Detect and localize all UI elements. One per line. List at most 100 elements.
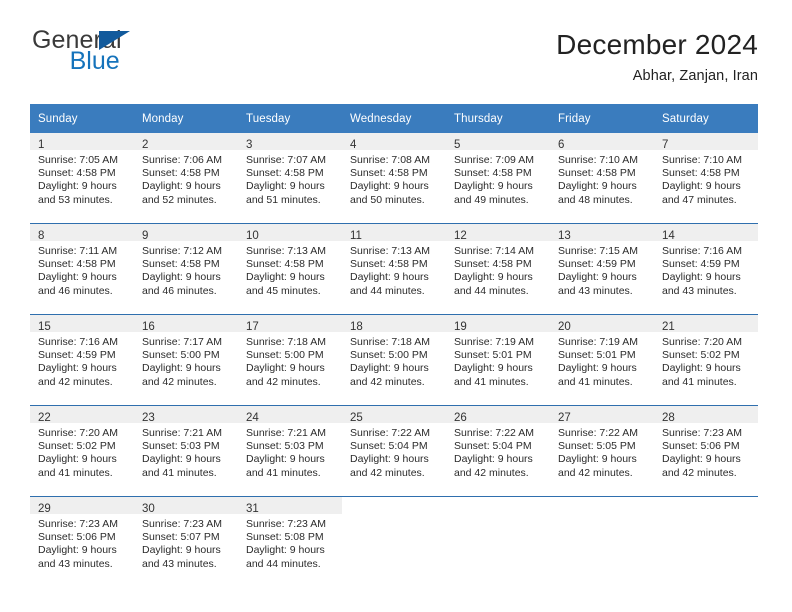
day-number-band: 20 [550,315,654,333]
sunset-text: Sunset: 4:58 PM [454,258,532,271]
sunrise-text: Sunrise: 7:09 AM [454,154,534,166]
day-number: 3 [246,139,253,151]
daylight-text-line2: and 46 minutes. [142,284,217,297]
sunset-text: Sunset: 4:59 PM [662,258,740,271]
day-cell[interactable]: 4 Sunrise: 7:08 AM Sunset: 4:58 PM Daylight… [342,133,446,224]
day-details: Sunrise: 7:16 AM Sunset: 4:59 PM Daylight:… [654,241,758,298]
daylight-text-line1: Daylight: 9 hours [38,271,117,284]
day-number-band: 18 [342,315,446,333]
day-cell[interactable]: 30 Sunrise: 7:23 AM Sunset: 5:07 PM Dayligh… [134,496,238,587]
daylight-text-line2: and 47 minutes. [662,193,737,206]
daylight-text-line2: and 44 minutes. [246,557,321,570]
day-details: Sunrise: 7:08 AM Sunset: 4:58 PM Daylight:… [342,150,446,207]
day-cell[interactable]: 10 Sunrise: 7:13 AM Sunset: 4:58 PM Dayligh… [238,223,342,315]
day-cell[interactable]: 29 Sunrise: 7:23 AM Sunset: 5:06 PM Dayligh… [30,496,134,587]
day-cell[interactable]: 27 Sunrise: 7:22 AM Sunset: 5:05 PM Dayligh… [550,405,654,497]
daylight-text-line1: Daylight: 9 hours [142,453,221,466]
day-number-band: 11 [342,224,446,242]
day-cell[interactable]: 15 Sunrise: 7:16 AM Sunset: 4:59 PM Dayligh… [30,314,134,406]
daylight-text-line1: Daylight: 9 hours [246,271,325,284]
calendar-grid: Sunday Monday Tuesday Wednesday Thursday Frid… [30,104,758,587]
sunrise-text: Sunrise: 7:16 AM [38,336,118,348]
day-number-band: 5 [446,133,550,151]
day-cell[interactable]: 23 Sunrise: 7:21 AM Sunset: 5:03 PM Dayligh… [134,405,238,497]
day-details: Sunrise: 7:23 AM Sunset: 5:06 PM Daylight:… [654,423,758,480]
day-details: Sunrise: 7:18 AM Sunset: 5:00 PM Daylight:… [238,332,342,389]
day-number: 9 [142,230,149,242]
day-details: Sunrise: 7:14 AM Sunset: 4:58 PM Daylight:… [446,241,550,298]
day-number-band: 3 [238,133,342,151]
day-cell[interactable]: 6 Sunrise: 7:10 AM Sunset: 4:58 PM Daylight… [550,133,654,224]
day-number-band: 30 [134,497,238,515]
day-details: Sunrise: 7:07 AM Sunset: 4:58 PM Daylight:… [238,150,342,207]
daylight-text-line2: and 44 minutes. [454,284,529,297]
daylight-text-line2: and 53 minutes. [38,193,113,206]
day-cell[interactable]: 20 Sunrise: 7:19 AM Sunset: 5:01 PM Dayligh… [550,314,654,406]
calendar-page: General Blue December 2024 Abhar, Zanjan… [0,0,792,612]
day-cell[interactable]: 21 Sunrise: 7:20 AM Sunset: 5:02 PM Dayligh… [654,314,758,406]
sunset-text: Sunset: 4:58 PM [246,167,324,180]
day-cell[interactable]: 13 Sunrise: 7:15 AM Sunset: 4:59 PM Dayligh… [550,223,654,315]
day-number: 19 [454,321,467,333]
day-cell[interactable]: 22 Sunrise: 7:20 AM Sunset: 5:02 PM Dayligh… [30,405,134,497]
day-number-band: 10 [238,224,342,242]
day-cell[interactable]: 1 Sunrise: 7:05 AM Sunset: 4:58 PM Daylight… [30,133,134,224]
daylight-text-line2: and 52 minutes. [142,193,217,206]
day-cell[interactable]: 2 Sunrise: 7:06 AM Sunset: 4:58 PM Daylight… [134,133,238,224]
location-label: Abhar, Zanjan, Iran [632,67,758,84]
sunrise-text: Sunrise: 7:18 AM [350,336,430,348]
daylight-text-line1: Daylight: 9 hours [246,362,325,375]
day-number-band: 17 [238,315,342,333]
daylight-text-line1: Daylight: 9 hours [558,362,637,375]
day-cell[interactable]: 8 Sunrise: 7:11 AM Sunset: 4:58 PM Daylight… [30,223,134,315]
daylight-text-line2: and 43 minutes. [662,284,737,297]
day-cell[interactable]: 12 Sunrise: 7:14 AM Sunset: 4:58 PM Dayligh… [446,223,550,315]
day-cell[interactable]: 5 Sunrise: 7:09 AM Sunset: 4:58 PM Daylight… [446,133,550,224]
sunset-text: Sunset: 5:06 PM [38,531,116,544]
weekday-header-sunday: Sunday [30,104,134,133]
day-number: 23 [142,412,155,424]
day-number: 29 [38,503,51,515]
day-number: 5 [454,139,461,151]
daylight-text-line2: and 41 minutes. [662,375,737,388]
day-cell[interactable]: 9 Sunrise: 7:12 AM Sunset: 4:58 PM Daylight… [134,223,238,315]
daylight-text-line1: Daylight: 9 hours [662,453,741,466]
daylight-text-line2: and 44 minutes. [350,284,425,297]
day-cell[interactable]: 31 Sunrise: 7:23 AM Sunset: 5:08 PM Dayligh… [238,496,342,587]
day-details: Sunrise: 7:13 AM Sunset: 4:58 PM Daylight:… [238,241,342,298]
day-cell[interactable]: 3 Sunrise: 7:07 AM Sunset: 4:58 PM Daylight… [238,133,342,224]
sunset-text: Sunset: 5:00 PM [246,349,324,362]
day-cell[interactable]: 19 Sunrise: 7:19 AM Sunset: 5:01 PM Dayligh… [446,314,550,406]
sunrise-text: Sunrise: 7:14 AM [454,245,534,257]
day-cell[interactable]: 11 Sunrise: 7:13 AM Sunset: 4:58 PM Dayligh… [342,223,446,315]
sunset-text: Sunset: 4:58 PM [350,167,428,180]
day-cell[interactable]: 14 Sunrise: 7:16 AM Sunset: 4:59 PM Dayligh… [654,223,758,315]
day-cell[interactable]: 26 Sunrise: 7:22 AM Sunset: 5:04 PM Dayligh… [446,405,550,497]
day-details: Sunrise: 7:23 AM Sunset: 5:08 PM Daylight:… [238,514,342,571]
daylight-text-line1: Daylight: 9 hours [38,362,117,375]
day-cell[interactable]: 7 Sunrise: 7:10 AM Sunset: 4:58 PM Daylight… [654,133,758,224]
sunset-text: Sunset: 4:58 PM [38,258,116,271]
sunrise-text: Sunrise: 7:21 AM [246,427,326,439]
day-cell[interactable]: 28 Sunrise: 7:23 AM Sunset: 5:06 PM Dayligh… [654,405,758,497]
day-number-band: 9 [134,224,238,242]
day-details: Sunrise: 7:20 AM Sunset: 5:02 PM Daylight:… [654,332,758,389]
day-cell[interactable]: 16 Sunrise: 7:17 AM Sunset: 5:00 PM Dayligh… [134,314,238,406]
day-number-band: 29 [30,497,134,515]
daylight-text-line1: Daylight: 9 hours [350,453,429,466]
day-number-band: 7 [654,133,758,151]
day-number-band: 4 [342,133,446,151]
day-number-band: 12 [446,224,550,242]
day-cell[interactable]: 17 Sunrise: 7:18 AM Sunset: 5:00 PM Dayligh… [238,314,342,406]
day-number: 10 [246,230,259,242]
day-number: 25 [350,412,363,424]
day-details: Sunrise: 7:17 AM Sunset: 5:00 PM Daylight:… [134,332,238,389]
day-cell[interactable]: 24 Sunrise: 7:21 AM Sunset: 5:03 PM Dayligh… [238,405,342,497]
day-number-band: 8 [30,224,134,242]
general-blue-logo[interactable]: General Blue [32,28,130,74]
sunrise-text: Sunrise: 7:19 AM [558,336,638,348]
day-cell[interactable]: 25 Sunrise: 7:22 AM Sunset: 5:04 PM Dayligh… [342,405,446,497]
day-cell[interactable]: 18 Sunrise: 7:18 AM Sunset: 5:00 PM Dayligh… [342,314,446,406]
sunrise-text: Sunrise: 7:22 AM [350,427,430,439]
day-number-band: 24 [238,406,342,424]
